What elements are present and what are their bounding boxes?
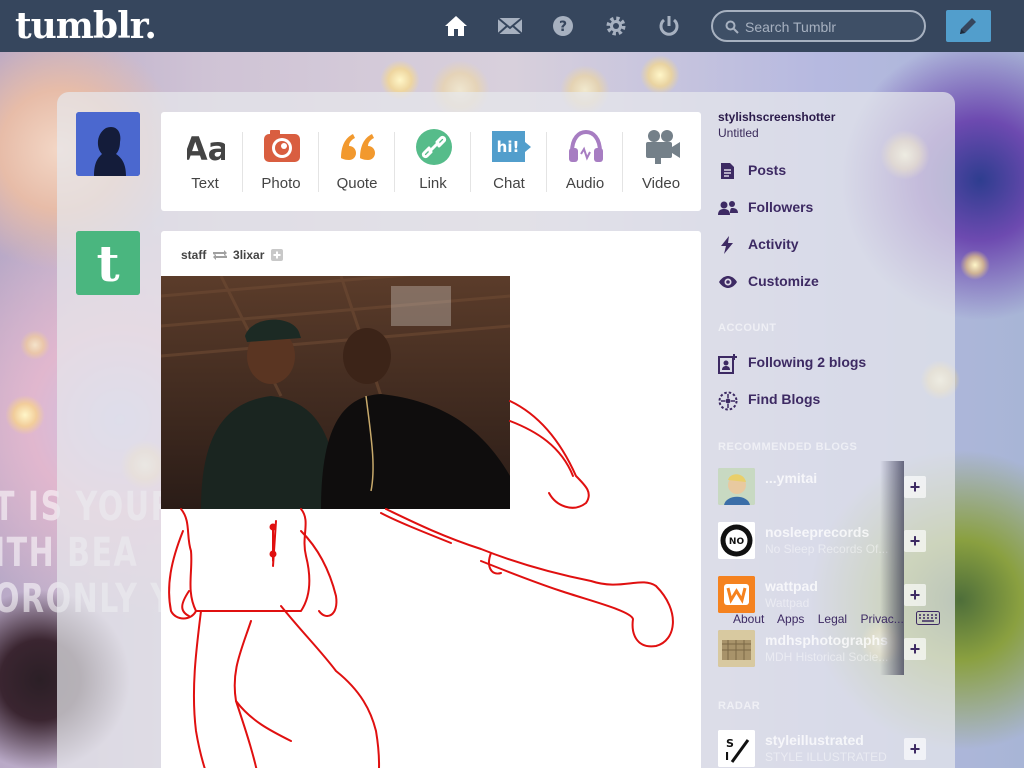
top-header: tumblr. ?: [0, 0, 1024, 52]
tumblr-logo[interactable]: tumblr.: [15, 5, 157, 47]
search-box[interactable]: [711, 10, 926, 42]
post-type-video[interactable]: Video: [623, 112, 699, 211]
sidebar-item-following[interactable]: Following 2 blogs: [718, 352, 928, 374]
headphones-icon: [567, 128, 605, 166]
post-type-audio[interactable]: Audio: [547, 112, 623, 211]
post-type-quote[interactable]: Quote: [319, 112, 395, 211]
svg-text:?: ?: [559, 19, 567, 35]
keyboard-shortcuts-icon[interactable]: [916, 611, 940, 630]
footer-link-privacy[interactable]: Privac...: [860, 612, 903, 626]
recommended-fade-overlay: [880, 461, 904, 675]
radar-blog[interactable]: SI styleillustrated STYLE ILLUSTRATED +: [718, 728, 928, 768]
gear-icon[interactable]: [604, 14, 628, 38]
user-avatar[interactable]: [76, 112, 140, 176]
radar-blog-avatar: SI: [718, 730, 755, 767]
sidebar-item-followers[interactable]: Followers: [718, 197, 928, 219]
red-outline-drawing: [168, 400, 674, 768]
blog-name-link[interactable]: stylishscreenshotter: [718, 110, 835, 124]
link-icon: [415, 128, 453, 166]
sidebar-item-posts[interactable]: Posts: [718, 160, 928, 182]
recommended-blog-avatar: [718, 576, 755, 613]
recommended-section-header: RECOMMENDED BLOGS: [718, 441, 858, 453]
camera-icon: [263, 128, 301, 166]
search-icon: [725, 20, 739, 34]
text-icon: Aa: [183, 128, 229, 168]
recommended-blog-avatar: [718, 468, 755, 505]
mail-icon[interactable]: [497, 14, 523, 38]
home-icon[interactable]: [444, 14, 468, 38]
recommended-blog-avatar: [718, 630, 755, 667]
recommended-blog-avatar: NO: [718, 522, 755, 559]
posts-icon: [721, 163, 734, 179]
post-type-photo[interactable]: Photo: [243, 112, 319, 211]
follow-plus-button[interactable]: +: [904, 584, 926, 606]
radar-section-header: RADAR: [718, 700, 761, 712]
pencil-icon: [960, 18, 976, 34]
follow-plus-button[interactable]: +: [904, 476, 926, 498]
follow-plus-button[interactable]: +: [904, 738, 926, 760]
follow-plus-button[interactable]: +: [904, 530, 926, 552]
sidebar-item-activity[interactable]: Activity: [718, 234, 928, 256]
post-type-text[interactable]: Aa Text: [167, 112, 243, 211]
chat-icon: hi!: [491, 128, 531, 166]
following-icon: [718, 354, 737, 374]
staff-avatar[interactable]: t: [76, 231, 140, 295]
quote-icon: [339, 128, 377, 166]
svg-text:Aa: Aa: [187, 130, 225, 166]
post-type-bar: Aa Text Photo Quote Link hi! Chat Audio …: [161, 112, 701, 211]
video-camera-icon: [643, 128, 681, 166]
svg-text:hi!: hi!: [497, 138, 520, 156]
eye-icon: [719, 276, 737, 288]
search-input[interactable]: [745, 17, 915, 37]
post-type-chat[interactable]: hi! Chat: [471, 112, 547, 211]
power-icon[interactable]: [657, 14, 681, 38]
footer-links: About Apps Legal Privac...: [733, 612, 914, 626]
sidebar-item-customize[interactable]: Customize: [718, 271, 928, 293]
svg-text:I: I: [725, 750, 729, 763]
svg-text:t: t: [96, 234, 119, 293]
follow-plus-button[interactable]: +: [904, 638, 926, 660]
account-section-header: ACCOUNT: [718, 322, 777, 334]
activity-icon: [721, 236, 733, 254]
compass-icon: [718, 391, 738, 411]
svg-text:NO: NO: [729, 537, 745, 547]
svg-text:S: S: [726, 737, 734, 750]
compose-button[interactable]: [946, 10, 991, 42]
help-icon[interactable]: ?: [551, 14, 575, 38]
followers-icon: [718, 201, 738, 215]
post-type-link[interactable]: Link: [395, 112, 471, 211]
sidebar-item-find-blogs[interactable]: Find Blogs: [718, 389, 928, 411]
blog-title: Untitled: [718, 126, 759, 140]
footer-link-apps[interactable]: Apps: [777, 612, 804, 626]
footer-link-legal[interactable]: Legal: [818, 612, 847, 626]
footer-link-about[interactable]: About: [733, 612, 764, 626]
dashboard-post: staff 3lixar: [161, 231, 701, 768]
